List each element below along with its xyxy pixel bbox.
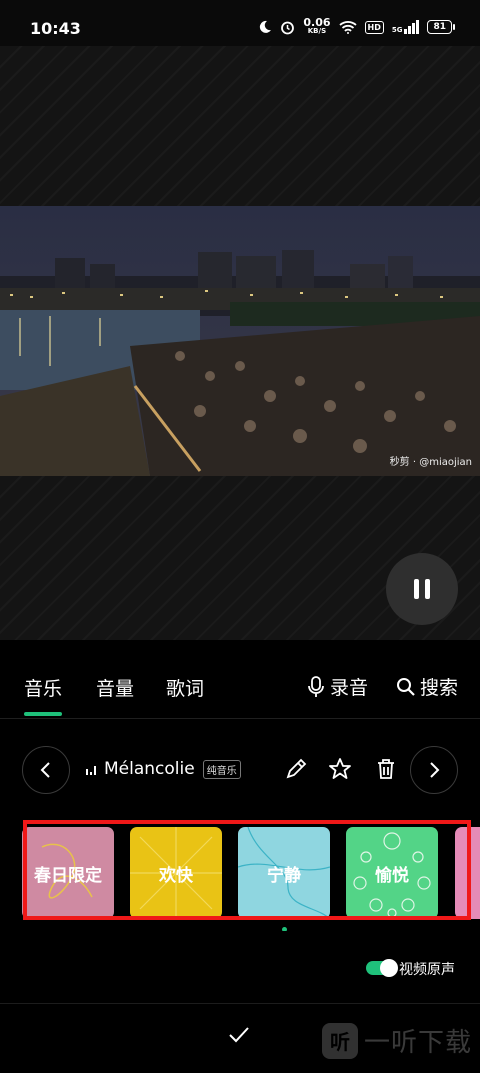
search-icon: [397, 677, 415, 696]
wifi-icon: [338, 21, 357, 34]
next-song-button[interactable]: [410, 746, 458, 794]
record-label: 录音: [330, 677, 369, 699]
original-audio-toggle[interactable]: [366, 959, 398, 977]
trash-icon[interactable]: [374, 757, 398, 781]
song-title: Mélancolie: [104, 759, 195, 779]
brand-logo: 听: [322, 1022, 358, 1059]
original-audio-label: 视频原声: [399, 962, 455, 978]
hd-badge: HD: [364, 20, 384, 34]
tab-music[interactable]: 音乐: [24, 674, 62, 701]
brand-name: 一听下载: [364, 1028, 473, 1058]
pause-icon: [414, 579, 419, 599]
chevron-right-icon: [430, 762, 440, 778]
prev-song-button[interactable]: [22, 746, 70, 794]
song-info[interactable]: Mélancolie 纯音乐: [86, 759, 241, 779]
video-watermark: 秒剪 · @miaojian: [389, 457, 472, 468]
status-bar: 10:43 0.06 KB/S HD 5G 81: [0, 0, 480, 46]
video-thumbnail: [0, 206, 480, 476]
video-preview-area[interactable]: 秒剪 · @miaojian: [0, 46, 480, 640]
equalizer-icon: [86, 763, 96, 775]
signal-icon: 5G: [392, 20, 420, 34]
search-button[interactable]: 搜索: [396, 673, 458, 700]
microphone-icon: [308, 675, 324, 697]
record-button[interactable]: 录音: [306, 673, 368, 700]
status-time: 10:43: [30, 19, 81, 38]
video-frame[interactable]: 秒剪 · @miaojian: [0, 206, 480, 476]
tab-bar: 音乐 音量 歌词 录音 搜索: [0, 640, 480, 719]
edit-icon[interactable]: [284, 757, 308, 781]
tab-lyrics[interactable]: 歌词: [166, 674, 204, 701]
status-icons: 0.06 KB/S HD 5G 81: [258, 16, 455, 36]
brand-watermark: 听 一听下载: [322, 1022, 472, 1059]
net-speed: 0.06 KB/S: [303, 16, 331, 35]
battery-indicator: 81: [427, 20, 455, 34]
moon-icon: [260, 20, 272, 33]
checkmark-icon[interactable]: [228, 1026, 250, 1044]
original-audio-row: 视频原声: [0, 931, 480, 1004]
search-label: 搜索: [420, 677, 459, 699]
pause-button[interactable]: [386, 553, 458, 625]
star-icon[interactable]: [328, 757, 352, 781]
highlight-box: [23, 820, 471, 920]
chevron-left-icon: [40, 762, 50, 778]
tab-volume[interactable]: 音量: [96, 674, 134, 701]
bottom-bar: 听 一听下载: [0, 1004, 480, 1073]
song-tag: 纯音乐: [202, 759, 241, 779]
song-row: Mélancolie 纯音乐: [0, 719, 480, 821]
toggle-knob: [380, 959, 398, 977]
mood-selector: 春日限定 欢快 宁静 愉悦: [0, 820, 480, 932]
alarm-icon: [281, 21, 295, 34]
active-tab-indicator: [24, 712, 62, 716]
